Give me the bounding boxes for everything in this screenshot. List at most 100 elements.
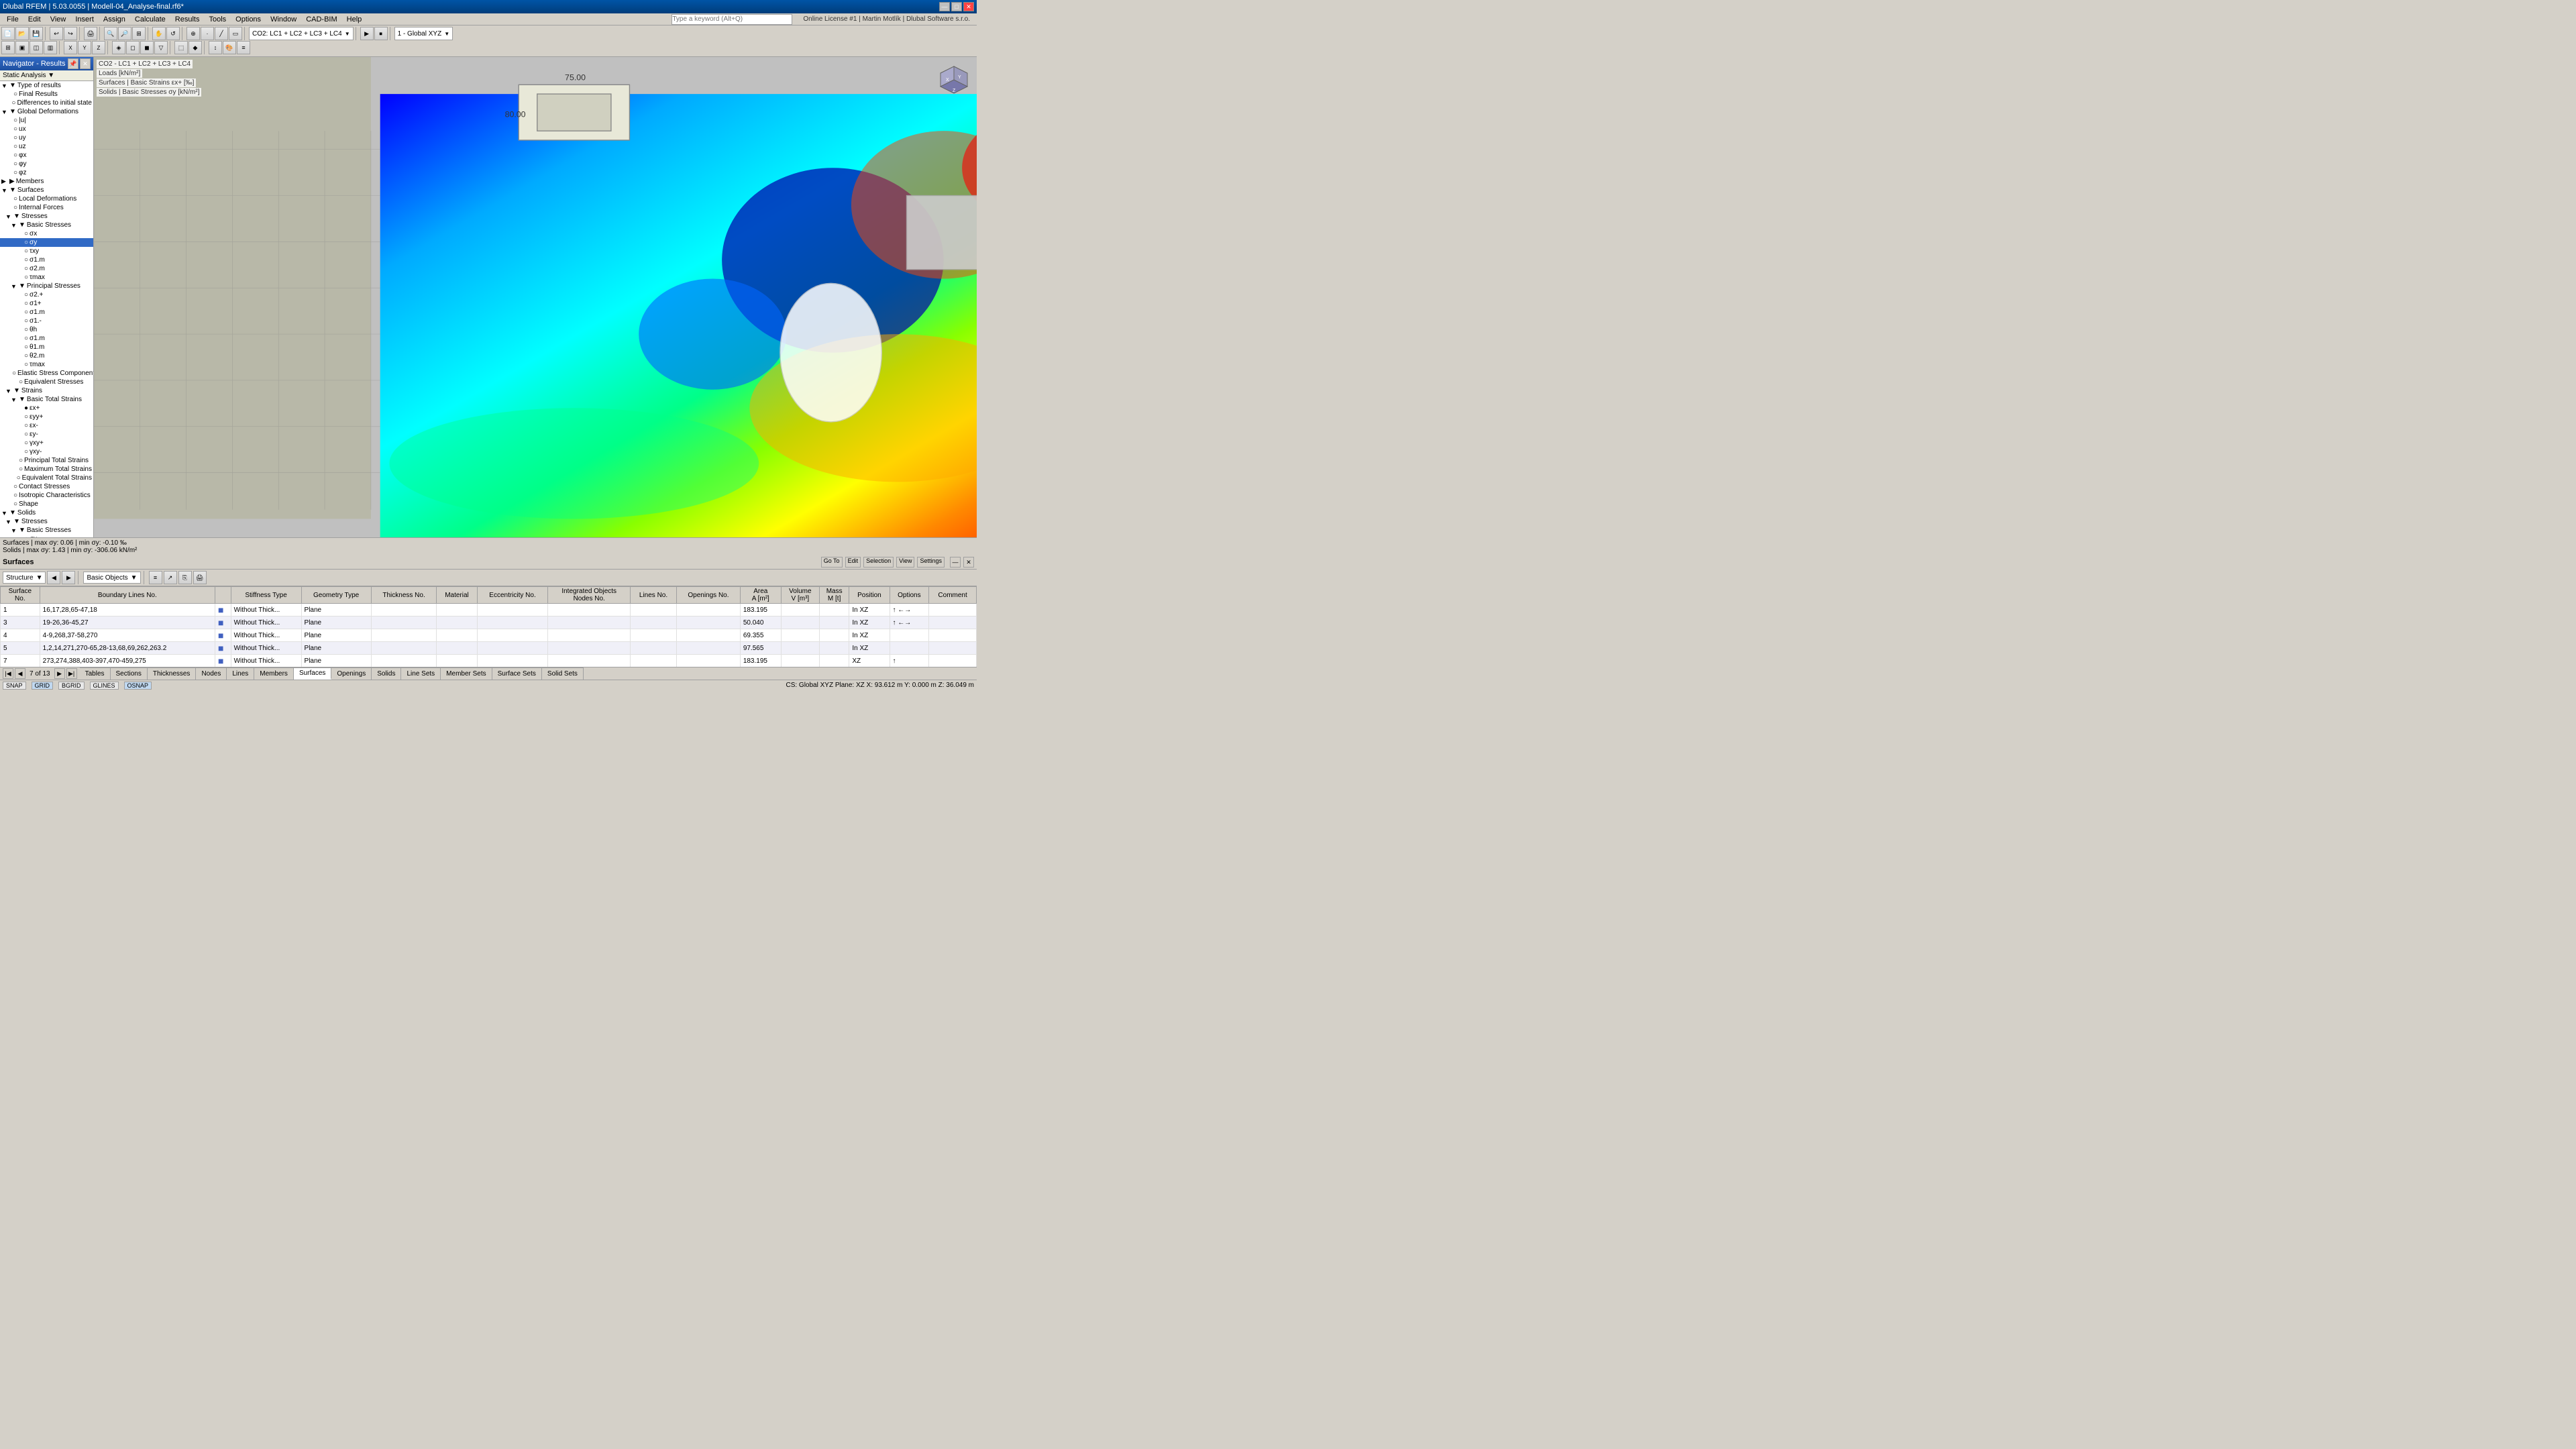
- bottom-tab-solid-sets[interactable]: Solid Sets: [542, 668, 584, 680]
- tree-item-39[interactable]: ○εx-: [0, 421, 93, 430]
- goto-button[interactable]: Go To: [821, 557, 843, 568]
- table-row[interactable]: 51,2,14,271,270-65,28-13,68,69,262,263.2…: [1, 642, 977, 655]
- basic-objects-dropdown[interactable]: Basic Objects ▼: [83, 572, 140, 584]
- bottom-tab-sections[interactable]: Sections: [111, 668, 148, 680]
- tree-item-42[interactable]: ○γxy-: [0, 447, 93, 456]
- node-button[interactable]: ·: [201, 27, 214, 40]
- display-btn-3[interactable]: ◫: [30, 41, 43, 54]
- tree-item-16[interactable]: ▼▼Basic Stresses: [0, 221, 93, 229]
- menu-edit[interactable]: Edit: [24, 15, 45, 23]
- iso-view-btn[interactable]: ◈: [112, 41, 125, 54]
- tree-item-3[interactable]: ▼▼Global Deformations: [0, 107, 93, 116]
- result-legend-btn[interactable]: ≡: [237, 41, 250, 54]
- tree-item-10[interactable]: ○φz: [0, 168, 93, 177]
- tree-item-17[interactable]: ○σx: [0, 229, 93, 238]
- zoom-in-button[interactable]: 🔍: [104, 27, 117, 40]
- tree-item-7[interactable]: ○uz: [0, 142, 93, 151]
- result-scale-btn[interactable]: ↕: [209, 41, 222, 54]
- copy-btn[interactable]: ⎘: [178, 571, 192, 584]
- tree-item-36[interactable]: ▼▼Basic Total Strains: [0, 395, 93, 404]
- bottom-tab-surface-sets[interactable]: Surface Sets: [492, 668, 542, 680]
- bottom-tab-nodes[interactable]: Nodes: [196, 668, 227, 680]
- select-button[interactable]: ⊕: [186, 27, 200, 40]
- tree-item-38[interactable]: ○εyy+: [0, 413, 93, 421]
- maximize-button[interactable]: □: [951, 2, 962, 11]
- tree-item-2[interactable]: ○Differences to initial state: [0, 99, 93, 107]
- back-view-btn[interactable]: ◼: [140, 41, 154, 54]
- tree-item-44[interactable]: ○Maximum Total Strains: [0, 465, 93, 474]
- table-row[interactable]: 7273,274,388,403-397,470-459,275■Without…: [1, 655, 977, 667]
- bottom-tab-thicknesses[interactable]: Thicknesses: [148, 668, 197, 680]
- tree-item-19[interactable]: ○τxy: [0, 247, 93, 256]
- tree-item-41[interactable]: ○γxy+: [0, 439, 93, 447]
- tree-item-24[interactable]: ○σ2.+: [0, 290, 93, 299]
- table-row[interactable]: 44-9,268,37-58,270■Without Thick...Plane…: [1, 629, 977, 642]
- structure-dropdown[interactable]: Structure ▼: [3, 572, 46, 584]
- bottom-tab-line-sets[interactable]: Line Sets: [401, 668, 441, 680]
- top-view-btn[interactable]: ▽: [154, 41, 168, 54]
- tree-item-23[interactable]: ▼▼Principal Stresses: [0, 282, 93, 290]
- render-solid-btn[interactable]: ◆: [189, 41, 202, 54]
- panel-minimize-button[interactable]: —: [950, 557, 961, 568]
- redo-button[interactable]: ↪: [64, 27, 77, 40]
- tree-item-22[interactable]: ○τmax: [0, 273, 93, 282]
- line-button[interactable]: ╱: [215, 27, 228, 40]
- tree-item-51[interactable]: ▼▼Basic Stresses: [0, 526, 93, 535]
- tree-item-5[interactable]: ○ux: [0, 125, 93, 133]
- menu-window[interactable]: Window: [266, 15, 301, 23]
- tree-item-48[interactable]: ○Shape: [0, 500, 93, 508]
- close-button[interactable]: ✕: [963, 2, 974, 11]
- menu-view[interactable]: View: [46, 15, 70, 23]
- tree-item-34[interactable]: ○Equivalent Stresses: [0, 378, 93, 386]
- tree-item-27[interactable]: ○σ1.-: [0, 317, 93, 325]
- tree-item-11[interactable]: ▶▶Members: [0, 177, 93, 186]
- axis-x-btn[interactable]: X: [64, 41, 77, 54]
- tree-item-31[interactable]: ○θ2.m: [0, 352, 93, 360]
- tree-item-50[interactable]: ▼▼Stresses: [0, 517, 93, 526]
- zoom-out-button[interactable]: 🔎: [118, 27, 131, 40]
- tree-item-29[interactable]: ○σ1.m: [0, 334, 93, 343]
- front-view-btn[interactable]: ◻: [126, 41, 140, 54]
- menu-assign[interactable]: Assign: [99, 15, 129, 23]
- menu-calculate[interactable]: Calculate: [131, 15, 170, 23]
- tree-item-18[interactable]: ○σy: [0, 238, 93, 247]
- display-btn-4[interactable]: ▥: [44, 41, 57, 54]
- page-next-button[interactable]: ▶: [54, 668, 65, 679]
- menu-file[interactable]: File: [3, 15, 23, 23]
- orientation-cube[interactable]: X Y Z: [934, 60, 974, 100]
- view-button[interactable]: View: [896, 557, 914, 568]
- page-first-button[interactable]: |◀: [3, 668, 13, 679]
- stop-button[interactable]: ⏹: [374, 27, 388, 40]
- rotate-button[interactable]: ↺: [166, 27, 180, 40]
- search-input[interactable]: [672, 14, 792, 25]
- next-btn[interactable]: ▶: [62, 571, 75, 584]
- menu-tools[interactable]: Tools: [205, 15, 230, 23]
- tree-item-37[interactable]: ●εx+: [0, 404, 93, 413]
- tree-item-30[interactable]: ○θ1.m: [0, 343, 93, 352]
- tree-item-35[interactable]: ▼▼Strains: [0, 386, 93, 395]
- tree-item-14[interactable]: ○Internal Forces: [0, 203, 93, 212]
- display-btn-1[interactable]: ⊞: [1, 41, 15, 54]
- pan-button[interactable]: ✋: [152, 27, 166, 40]
- tree-item-49[interactable]: ▼▼Solids: [0, 508, 93, 517]
- new-button[interactable]: 📄: [1, 27, 15, 40]
- bottom-tab-member-sets[interactable]: Member Sets: [441, 668, 492, 680]
- tree-item-33[interactable]: ○Elastic Stress Components: [0, 369, 93, 378]
- menu-cad-bim[interactable]: CAD-BIM: [302, 15, 341, 23]
- bgrid-toggle[interactable]: BGRID: [58, 682, 85, 690]
- tree-item-12[interactable]: ▼▼Surfaces: [0, 186, 93, 195]
- calc-button[interactable]: ▶: [360, 27, 374, 40]
- grid-toggle[interactable]: GRID: [32, 682, 54, 690]
- axis-y-btn[interactable]: Y: [78, 41, 91, 54]
- tree-item-32[interactable]: ○τmax: [0, 360, 93, 369]
- zoom-all-button[interactable]: ⊞: [132, 27, 146, 40]
- tree-item-25[interactable]: ○σ1+: [0, 299, 93, 308]
- minimize-button[interactable]: —: [939, 2, 950, 11]
- edit-button[interactable]: Edit: [845, 557, 861, 568]
- osnap-toggle[interactable]: OSNAP: [124, 682, 152, 690]
- bottom-tab-tables[interactable]: Tables: [80, 668, 111, 680]
- settings-button[interactable]: Settings: [917, 557, 945, 568]
- tree-item-45[interactable]: ○Equivalent Total Strains: [0, 474, 93, 482]
- tree-item-1[interactable]: ○Final Results: [0, 90, 93, 99]
- bottom-tab-solids[interactable]: Solids: [372, 668, 401, 680]
